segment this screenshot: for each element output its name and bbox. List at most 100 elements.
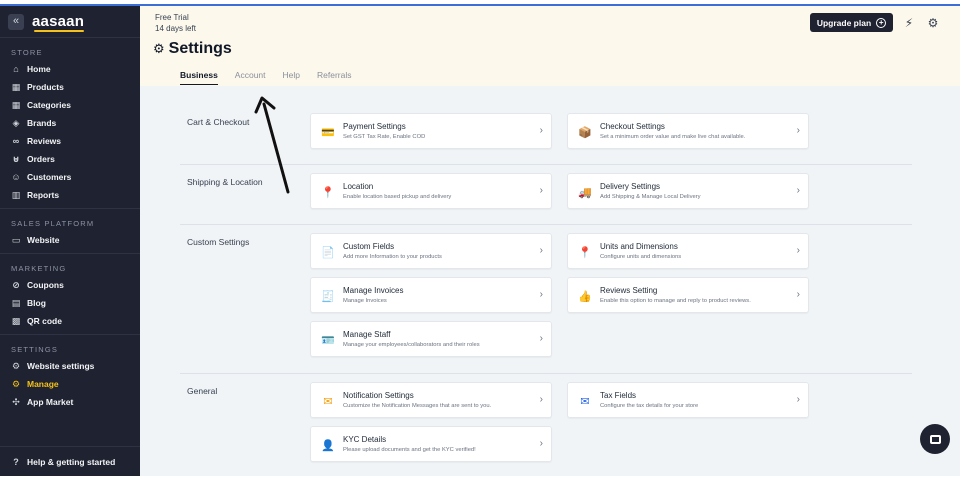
- sidebar-item-website-settings[interactable]: ⚙ Website settings: [0, 357, 140, 375]
- annotation-arrow-icon: [254, 96, 290, 194]
- settings-card-payment-settings[interactable]: 💳 Payment Settings Set GST Tax Rate, Enabl…: [310, 113, 552, 149]
- card-title: Reviews Setting: [600, 286, 658, 295]
- chevron-right-icon: ›: [539, 245, 543, 256]
- help-icon: ?: [13, 456, 19, 467]
- card-title: Manage Staff: [343, 330, 391, 339]
- sidebar-item-label: Customers: [27, 172, 72, 182]
- settings-card-notification-settings[interactable]: ✉ Notification Settings Customize the Noti…: [310, 382, 552, 418]
- card-description: Enable location based pickup and deliver…: [343, 194, 452, 200]
- kyc-icon: 👤: [321, 439, 335, 452]
- settings-card-location[interactable]: 📍 Location Enable location based pickup an…: [310, 173, 552, 209]
- trial-status: Free Trial 14 days left: [155, 12, 196, 34]
- link-icon: ∞: [12, 136, 20, 146]
- chevron-right-icon: ›: [796, 289, 800, 300]
- settings-group-label: Cart & Checkout: [187, 117, 250, 127]
- card-description: Add more Information to your products: [343, 254, 442, 260]
- chevron-right-icon: ›: [796, 125, 800, 136]
- location-pin-icon: 📍: [321, 186, 335, 199]
- settings-card-manage-staff[interactable]: 🪪 Manage Staff Manage your employees/colla…: [310, 321, 552, 357]
- chevron-right-icon: ›: [796, 394, 800, 405]
- settings-card-checkout-settings[interactable]: 📦 Checkout Settings Set a minimum order va…: [567, 113, 809, 149]
- chevron-right-icon: ›: [539, 394, 543, 405]
- card-description: Please upload documents and get the KYC …: [343, 447, 476, 453]
- card-description: Manage Invoices: [343, 298, 387, 304]
- section-divider: [180, 373, 912, 374]
- help-getting-started[interactable]: ? Help & getting started: [0, 446, 140, 476]
- cart-icon: ⊍: [12, 153, 20, 164]
- sidebar-item-reports[interactable]: ▥ Reports: [0, 186, 140, 204]
- sidebar-item-coupons[interactable]: ⊘ Coupons: [0, 276, 140, 294]
- settings-card-manage-invoices[interactable]: 🧾 Manage Invoices Manage Invoices ›: [310, 277, 552, 313]
- invoice-icon: 🧾: [321, 290, 335, 303]
- sidebar-item-label: Brands: [27, 118, 57, 128]
- lightning-icon[interactable]: ⚡: [902, 16, 916, 30]
- gear-icon: ⚙: [11, 360, 21, 371]
- card-title: Checkout Settings: [600, 122, 665, 131]
- chat-icon[interactable]: [920, 424, 950, 454]
- sidebar-item-website[interactable]: ▭ Website: [0, 231, 140, 249]
- staff-icon: 🪪: [321, 334, 335, 347]
- package-icon: 📦: [578, 126, 592, 139]
- envelope-icon: ✉: [580, 395, 590, 408]
- sidebar-nav: STORE ⌂ Home ▦ Products ▦ Categories ◈ Brands ∞ Re…: [0, 38, 140, 411]
- sidebar-item-customers[interactable]: ☺ Customers: [0, 168, 140, 186]
- sidebar-item-home[interactable]: ⌂ Home: [0, 60, 140, 78]
- tab-referrals[interactable]: Referrals: [317, 70, 351, 85]
- sidebar-item-app-market[interactable]: ✣ App Market: [0, 393, 140, 411]
- tab-help[interactable]: Help: [283, 70, 300, 85]
- settings-card-custom-fields[interactable]: 📄 Custom Fields Add more Information to yo…: [310, 233, 552, 269]
- gear-icon[interactable]: ⚙: [926, 16, 940, 30]
- settings-card-kyc-details[interactable]: 👤 KYC Details Please upload documents and …: [310, 426, 552, 462]
- thumbs-up-icon: 👍: [578, 290, 592, 303]
- sidebar-item-reviews[interactable]: ∞ Reviews: [0, 132, 140, 150]
- page-title-text: Settings: [168, 40, 232, 57]
- settings-gear-icon: ⚙: [153, 41, 165, 56]
- app-frame: « aasaan STORE ⌂ Home ▦ Products ▦ Categories ◈…: [0, 4, 960, 476]
- settings-card-tax-fields[interactable]: ✉ Tax Fields Configure the tax details for…: [567, 382, 809, 418]
- sidebar-section-title: STORE: [11, 48, 43, 57]
- tab-business[interactable]: Business: [180, 70, 218, 85]
- upgrade-plan-label: Upgrade plan: [816, 17, 872, 28]
- location-pin-icon: 📍: [578, 246, 592, 259]
- sidebar-item-label: Blog: [27, 298, 46, 308]
- settings-card-units-and-dimensions[interactable]: 📍 Units and Dimensions Configure units and…: [567, 233, 809, 269]
- settings-group-label: General: [187, 386, 218, 396]
- settings-card-delivery-settings[interactable]: 🚚 Delivery Settings Add Shipping & Manage …: [567, 173, 809, 209]
- settings-card-reviews-setting[interactable]: 👍 Reviews Setting Enable this option to ma…: [567, 277, 809, 313]
- card-description: Add Shipping & Manage Local Delivery: [600, 194, 701, 200]
- sidebar-item-label: Products: [27, 82, 64, 92]
- sidebar-header: « aasaan: [0, 6, 140, 38]
- sidebar-item-qr-code[interactable]: ▩ QR code: [0, 312, 140, 330]
- sidebar-item-label: Website settings: [27, 361, 95, 371]
- sidebar-section-title: MARKETING: [11, 264, 67, 273]
- sidebar-section-title: SETTINGS: [11, 345, 59, 354]
- sidebar-item-brands[interactable]: ◈ Brands: [0, 114, 140, 132]
- bar-chart-icon: ▥: [11, 189, 21, 200]
- categories-icon: ▦: [11, 99, 21, 110]
- apps-icon: ✣: [12, 396, 20, 407]
- upgrade-plan-button[interactable]: Upgrade plan +: [810, 13, 893, 32]
- settings-tabs: Business Account Help Referrals: [180, 70, 351, 85]
- tag-icon: ◈: [12, 117, 20, 128]
- page-title: ⚙ Settings: [153, 40, 232, 58]
- card-title: Manage Invoices: [343, 286, 404, 295]
- sidebar-item-label: Categories: [27, 100, 71, 110]
- sidebar-item-label: Reports: [27, 190, 60, 200]
- qr-icon: ▩: [11, 315, 21, 326]
- chevron-right-icon: ›: [796, 245, 800, 256]
- grid-icon: ▦: [11, 81, 21, 92]
- sidebar-item-label: Coupons: [27, 280, 64, 290]
- sidebar-section-title: SALES PLATFORM: [11, 219, 95, 228]
- card-title: Delivery Settings: [600, 182, 661, 191]
- sidebar-item-label: QR code: [27, 316, 62, 326]
- sidebar-item-blog[interactable]: ▤ Blog: [0, 294, 140, 312]
- chevrons-left-icon[interactable]: «: [8, 13, 24, 30]
- card-description: Enable this option to manage and reply t…: [600, 298, 751, 304]
- plus-circle-icon: +: [876, 17, 887, 28]
- sidebar-item-manage[interactable]: ⚙ Manage: [0, 375, 140, 393]
- sidebar-item-products[interactable]: ▦ Products: [0, 78, 140, 96]
- sidebar-item-categories[interactable]: ▦ Categories: [0, 96, 140, 114]
- sidebar: « aasaan STORE ⌂ Home ▦ Products ▦ Categories ◈…: [0, 6, 140, 476]
- tab-account[interactable]: Account: [235, 70, 266, 85]
- sidebar-item-orders[interactable]: ⊍ Orders: [0, 150, 140, 168]
